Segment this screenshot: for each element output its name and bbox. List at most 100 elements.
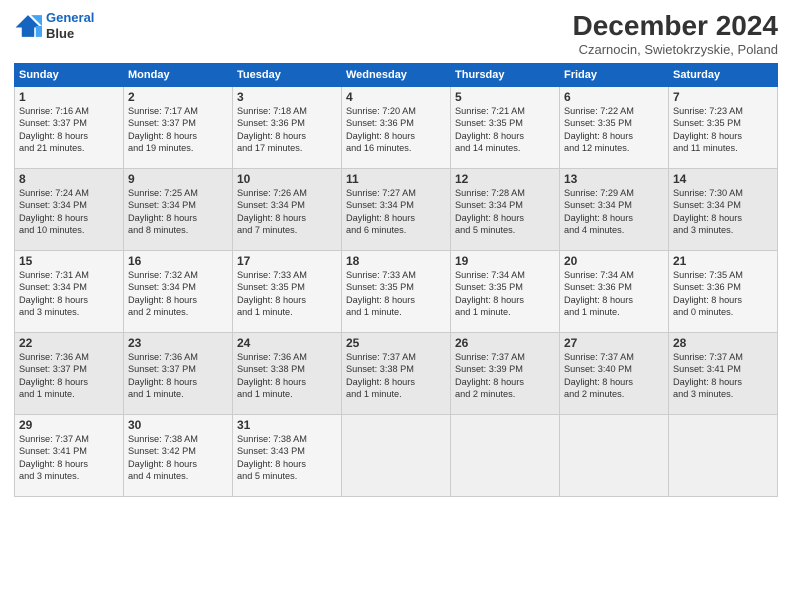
day-cell: 13Sunrise: 7:29 AM Sunset: 3:34 PM Dayli…	[560, 169, 669, 251]
day-cell: 29Sunrise: 7:37 AM Sunset: 3:41 PM Dayli…	[15, 415, 124, 497]
day-info: Sunrise: 7:37 AM Sunset: 3:39 PM Dayligh…	[455, 351, 555, 401]
day-number: 16	[128, 254, 228, 268]
col-wednesday: Wednesday	[342, 64, 451, 87]
day-info: Sunrise: 7:35 AM Sunset: 3:36 PM Dayligh…	[673, 269, 773, 319]
day-cell: 16Sunrise: 7:32 AM Sunset: 3:34 PM Dayli…	[124, 251, 233, 333]
col-saturday: Saturday	[669, 64, 778, 87]
day-cell: 10Sunrise: 7:26 AM Sunset: 3:34 PM Dayli…	[233, 169, 342, 251]
day-number: 13	[564, 172, 664, 186]
day-cell: 21Sunrise: 7:35 AM Sunset: 3:36 PM Dayli…	[669, 251, 778, 333]
day-cell: 2Sunrise: 7:17 AM Sunset: 3:37 PM Daylig…	[124, 87, 233, 169]
day-cell: 11Sunrise: 7:27 AM Sunset: 3:34 PM Dayli…	[342, 169, 451, 251]
day-info: Sunrise: 7:25 AM Sunset: 3:34 PM Dayligh…	[128, 187, 228, 237]
header: General Blue December 2024 Czarnocin, Sw…	[14, 10, 778, 57]
day-number: 12	[455, 172, 555, 186]
day-cell: 3Sunrise: 7:18 AM Sunset: 3:36 PM Daylig…	[233, 87, 342, 169]
day-cell: 8Sunrise: 7:24 AM Sunset: 3:34 PM Daylig…	[15, 169, 124, 251]
day-number: 9	[128, 172, 228, 186]
col-tuesday: Tuesday	[233, 64, 342, 87]
day-info: Sunrise: 7:18 AM Sunset: 3:36 PM Dayligh…	[237, 105, 337, 155]
day-number: 20	[564, 254, 664, 268]
calendar-table: Sunday Monday Tuesday Wednesday Thursday…	[14, 63, 778, 497]
day-info: Sunrise: 7:37 AM Sunset: 3:41 PM Dayligh…	[673, 351, 773, 401]
day-number: 31	[237, 418, 337, 432]
day-info: Sunrise: 7:36 AM Sunset: 3:38 PM Dayligh…	[237, 351, 337, 401]
day-cell: 15Sunrise: 7:31 AM Sunset: 3:34 PM Dayli…	[15, 251, 124, 333]
day-number: 24	[237, 336, 337, 350]
day-info: Sunrise: 7:31 AM Sunset: 3:34 PM Dayligh…	[19, 269, 119, 319]
day-cell: 12Sunrise: 7:28 AM Sunset: 3:34 PM Dayli…	[451, 169, 560, 251]
logo-text: General Blue	[46, 10, 94, 41]
day-info: Sunrise: 7:29 AM Sunset: 3:34 PM Dayligh…	[564, 187, 664, 237]
day-cell: 17Sunrise: 7:33 AM Sunset: 3:35 PM Dayli…	[233, 251, 342, 333]
day-number: 3	[237, 90, 337, 104]
day-number: 10	[237, 172, 337, 186]
week-row-5: 29Sunrise: 7:37 AM Sunset: 3:41 PM Dayli…	[15, 415, 778, 497]
day-cell: 20Sunrise: 7:34 AM Sunset: 3:36 PM Dayli…	[560, 251, 669, 333]
week-row-3: 15Sunrise: 7:31 AM Sunset: 3:34 PM Dayli…	[15, 251, 778, 333]
day-cell: 4Sunrise: 7:20 AM Sunset: 3:36 PM Daylig…	[342, 87, 451, 169]
day-cell: 1Sunrise: 7:16 AM Sunset: 3:37 PM Daylig…	[15, 87, 124, 169]
day-info: Sunrise: 7:37 AM Sunset: 3:40 PM Dayligh…	[564, 351, 664, 401]
day-info: Sunrise: 7:32 AM Sunset: 3:34 PM Dayligh…	[128, 269, 228, 319]
col-monday: Monday	[124, 64, 233, 87]
logo: General Blue	[14, 10, 94, 41]
day-number: 4	[346, 90, 446, 104]
day-info: Sunrise: 7:24 AM Sunset: 3:34 PM Dayligh…	[19, 187, 119, 237]
day-number: 27	[564, 336, 664, 350]
day-info: Sunrise: 7:37 AM Sunset: 3:41 PM Dayligh…	[19, 433, 119, 483]
day-number: 17	[237, 254, 337, 268]
day-cell: 7Sunrise: 7:23 AM Sunset: 3:35 PM Daylig…	[669, 87, 778, 169]
day-number: 23	[128, 336, 228, 350]
day-number: 26	[455, 336, 555, 350]
day-cell: 24Sunrise: 7:36 AM Sunset: 3:38 PM Dayli…	[233, 333, 342, 415]
day-info: Sunrise: 7:17 AM Sunset: 3:37 PM Dayligh…	[128, 105, 228, 155]
day-number: 14	[673, 172, 773, 186]
day-number: 2	[128, 90, 228, 104]
day-cell	[560, 415, 669, 497]
day-number: 29	[19, 418, 119, 432]
day-number: 25	[346, 336, 446, 350]
day-info: Sunrise: 7:26 AM Sunset: 3:34 PM Dayligh…	[237, 187, 337, 237]
day-number: 1	[19, 90, 119, 104]
day-number: 6	[564, 90, 664, 104]
day-number: 18	[346, 254, 446, 268]
col-friday: Friday	[560, 64, 669, 87]
day-info: Sunrise: 7:36 AM Sunset: 3:37 PM Dayligh…	[128, 351, 228, 401]
day-number: 22	[19, 336, 119, 350]
day-cell: 6Sunrise: 7:22 AM Sunset: 3:35 PM Daylig…	[560, 87, 669, 169]
calendar-body: 1Sunrise: 7:16 AM Sunset: 3:37 PM Daylig…	[15, 87, 778, 497]
day-info: Sunrise: 7:21 AM Sunset: 3:35 PM Dayligh…	[455, 105, 555, 155]
subtitle: Czarnocin, Swietokrzyskie, Poland	[573, 42, 778, 57]
day-info: Sunrise: 7:34 AM Sunset: 3:36 PM Dayligh…	[564, 269, 664, 319]
day-cell	[342, 415, 451, 497]
header-row: Sunday Monday Tuesday Wednesday Thursday…	[15, 64, 778, 87]
col-thursday: Thursday	[451, 64, 560, 87]
day-info: Sunrise: 7:34 AM Sunset: 3:35 PM Dayligh…	[455, 269, 555, 319]
day-number: 15	[19, 254, 119, 268]
day-info: Sunrise: 7:33 AM Sunset: 3:35 PM Dayligh…	[237, 269, 337, 319]
day-cell: 31Sunrise: 7:38 AM Sunset: 3:43 PM Dayli…	[233, 415, 342, 497]
day-cell: 18Sunrise: 7:33 AM Sunset: 3:35 PM Dayli…	[342, 251, 451, 333]
day-cell	[669, 415, 778, 497]
logo-icon	[14, 12, 42, 40]
title-block: December 2024 Czarnocin, Swietokrzyskie,…	[573, 10, 778, 57]
day-info: Sunrise: 7:38 AM Sunset: 3:43 PM Dayligh…	[237, 433, 337, 483]
day-info: Sunrise: 7:28 AM Sunset: 3:34 PM Dayligh…	[455, 187, 555, 237]
week-row-1: 1Sunrise: 7:16 AM Sunset: 3:37 PM Daylig…	[15, 87, 778, 169]
day-cell	[451, 415, 560, 497]
day-cell: 26Sunrise: 7:37 AM Sunset: 3:39 PM Dayli…	[451, 333, 560, 415]
col-sunday: Sunday	[15, 64, 124, 87]
day-info: Sunrise: 7:36 AM Sunset: 3:37 PM Dayligh…	[19, 351, 119, 401]
week-row-4: 22Sunrise: 7:36 AM Sunset: 3:37 PM Dayli…	[15, 333, 778, 415]
day-cell: 30Sunrise: 7:38 AM Sunset: 3:42 PM Dayli…	[124, 415, 233, 497]
day-cell: 19Sunrise: 7:34 AM Sunset: 3:35 PM Dayli…	[451, 251, 560, 333]
day-info: Sunrise: 7:20 AM Sunset: 3:36 PM Dayligh…	[346, 105, 446, 155]
day-info: Sunrise: 7:23 AM Sunset: 3:35 PM Dayligh…	[673, 105, 773, 155]
day-cell: 5Sunrise: 7:21 AM Sunset: 3:35 PM Daylig…	[451, 87, 560, 169]
day-number: 7	[673, 90, 773, 104]
day-info: Sunrise: 7:33 AM Sunset: 3:35 PM Dayligh…	[346, 269, 446, 319]
day-cell: 28Sunrise: 7:37 AM Sunset: 3:41 PM Dayli…	[669, 333, 778, 415]
day-number: 28	[673, 336, 773, 350]
day-cell: 9Sunrise: 7:25 AM Sunset: 3:34 PM Daylig…	[124, 169, 233, 251]
